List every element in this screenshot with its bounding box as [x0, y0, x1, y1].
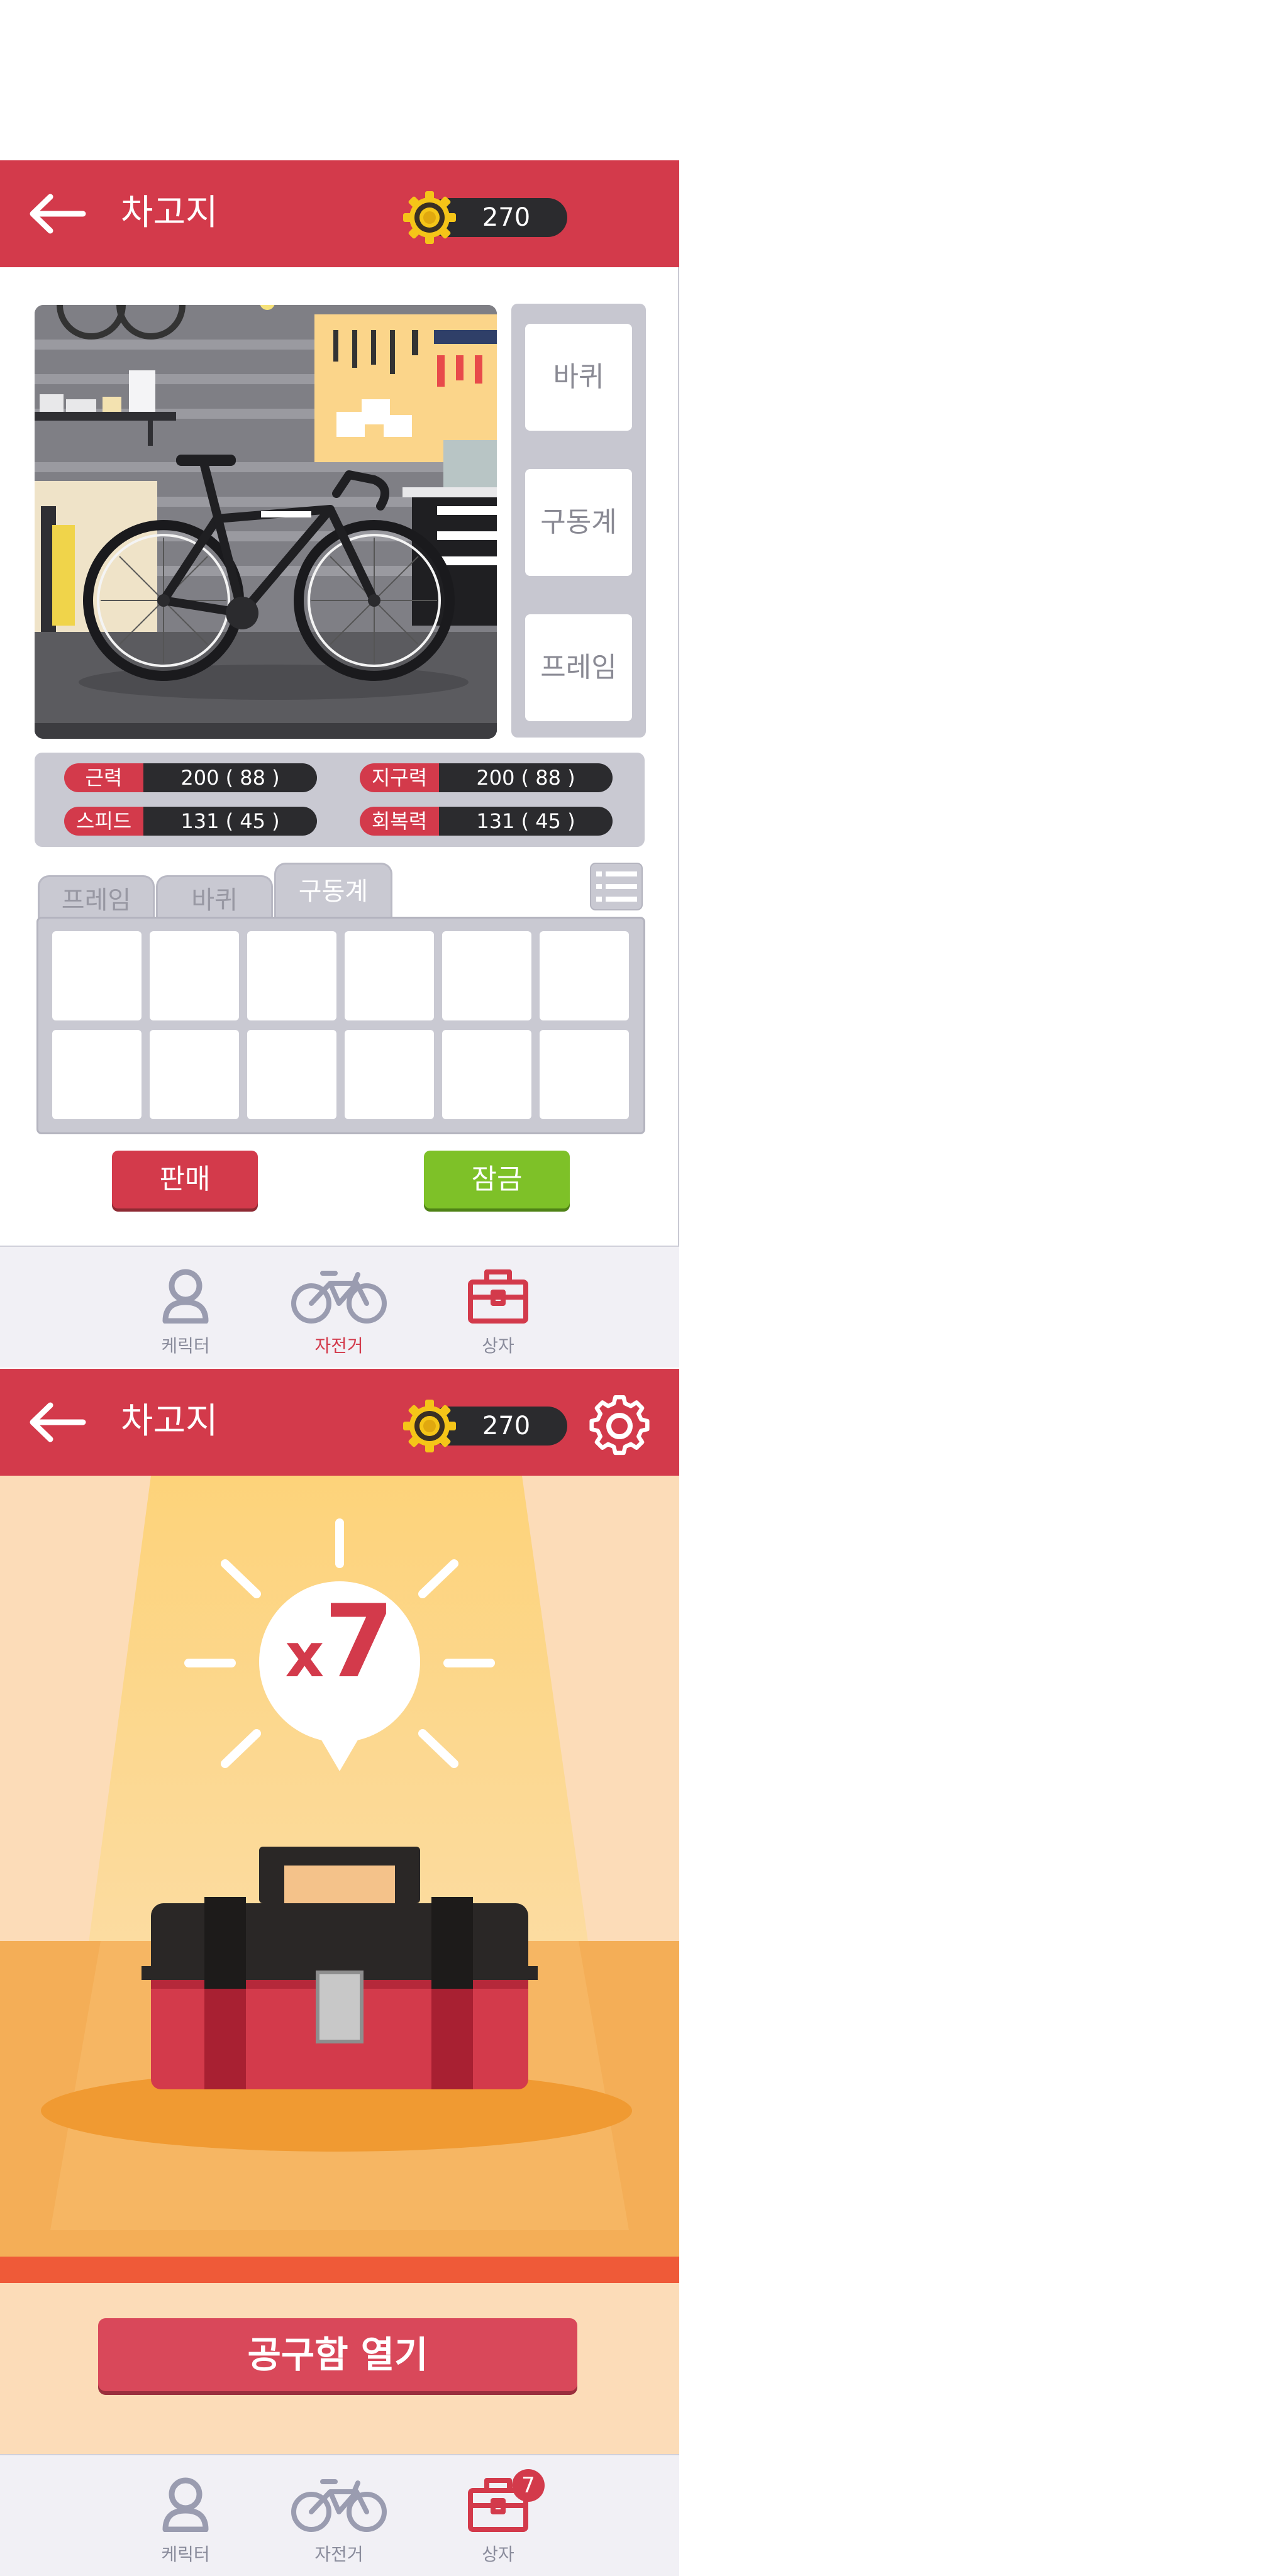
stat-strength: 근력 200 ( 88 ) — [64, 763, 317, 792]
page-title: 차고지 — [121, 192, 218, 233]
stats-panel: 근력 200 ( 88 ) 지구력 200 ( 88 ) 스피드 131 ( 4… — [35, 753, 645, 847]
arrow-left-icon[interactable] — [25, 1400, 88, 1444]
nav-label: 자전거 — [314, 2544, 364, 2565]
nav-bicycle[interactable]: 자전거 — [282, 2473, 396, 2567]
nav-label: 케릭터 — [161, 2544, 210, 2565]
stat-value: 131 ( 45 ) — [439, 807, 613, 836]
multiplier-prefix: x — [285, 1620, 325, 1691]
divider-stripe — [0, 2258, 679, 2283]
nav-bicycle[interactable]: 자전거 — [282, 1264, 396, 1359]
stat-endurance: 지구력 200 ( 88 ) — [360, 763, 613, 792]
stat-label: 스피드 — [64, 807, 143, 836]
multiplier-value: 7 — [324, 1583, 394, 1700]
inventory-slot[interactable] — [52, 931, 142, 1020]
inventory-slot[interactable] — [540, 1030, 629, 1119]
nav-box[interactable]: 상자 — [441, 1264, 555, 1359]
currency-display: 270 — [402, 1399, 567, 1452]
tab-frame[interactable]: 프레임 — [38, 875, 155, 921]
bottom-nav: 케릭터 자전거 7 상자 — [0, 2454, 679, 2576]
stat-label: 지구력 — [360, 763, 439, 792]
open-toolbox-button[interactable]: 공구함 열기 — [98, 2318, 577, 2391]
gear-coin-icon — [403, 191, 456, 244]
currency-value: 270 — [482, 1412, 531, 1440]
currency-value: 270 — [482, 203, 531, 232]
inventory-slot[interactable] — [247, 931, 336, 1020]
sell-button[interactable]: 판매 — [112, 1151, 258, 1208]
settings-gear-icon[interactable] — [585, 1391, 654, 1461]
garage-header: 차고지 270 — [0, 160, 679, 267]
list-view-icon[interactable] — [590, 863, 643, 910]
character-icon — [162, 1269, 209, 1324]
inventory-grid — [36, 917, 645, 1134]
stat-value: 200 ( 88 ) — [143, 763, 317, 792]
tab-drivetrain[interactable]: 구동계 — [274, 863, 392, 919]
currency-display: 270 — [402, 191, 567, 244]
stat-value: 131 ( 45 ) — [143, 807, 317, 836]
nav-label: 상자 — [482, 2544, 514, 2565]
stat-label: 근력 — [64, 763, 143, 792]
page-title: 차고지 — [121, 1401, 218, 1442]
inventory-slot[interactable] — [540, 931, 629, 1020]
stat-value: 200 ( 88 ) — [439, 763, 613, 792]
bicycle-preview-illustration — [35, 305, 497, 739]
inventory-slot[interactable] — [247, 1030, 336, 1119]
toolbox-header: 차고지 270 — [0, 1369, 679, 1476]
nav-label: 상자 — [482, 1335, 514, 1356]
character-icon — [162, 2477, 209, 2533]
toolbox-icon — [468, 1269, 528, 1324]
slot-frame-button[interactable]: 프레임 — [525, 614, 632, 721]
part-slot-column: 바퀴 구동계 프레임 — [511, 304, 646, 738]
stat-recovery: 회복력 131 ( 45 ) — [360, 807, 613, 836]
stat-label: 회복력 — [360, 807, 439, 836]
inventory-slot[interactable] — [442, 1030, 531, 1119]
lock-button[interactable]: 잠금 — [424, 1151, 570, 1208]
nav-label: 케릭터 — [161, 1335, 210, 1356]
inventory-slot[interactable] — [150, 1030, 239, 1119]
tab-wheel[interactable]: 바퀴 — [156, 875, 273, 921]
nav-box[interactable]: 7 상자 — [441, 2469, 555, 2567]
stat-speed: 스피드 131 ( 45 ) — [64, 807, 317, 836]
gear-coin-icon — [403, 1400, 456, 1452]
multiplier-badge: x7 — [259, 1583, 420, 1702]
bicycle-icon — [291, 1271, 387, 1324]
inventory-slot[interactable] — [345, 1030, 434, 1119]
garage-scene — [35, 305, 497, 739]
inventory-slot[interactable] — [345, 931, 434, 1020]
inventory-slot[interactable] — [52, 1030, 142, 1119]
bottom-nav: 케릭터 자전거 상자 — [0, 1246, 679, 1368]
bicycle-icon — [291, 2479, 387, 2532]
inventory-slot[interactable] — [150, 931, 239, 1020]
nav-character[interactable]: 케릭터 — [129, 1264, 242, 1359]
nav-character[interactable]: 케릭터 — [129, 2473, 242, 2567]
arrow-left-icon[interactable] — [25, 192, 88, 236]
box-count-badge: 7 — [512, 2469, 545, 2502]
nav-label: 자전거 — [314, 1335, 364, 1356]
toolbox-stage: x7 — [0, 1476, 679, 2258]
inventory-slot[interactable] — [442, 931, 531, 1020]
slot-wheel-button[interactable]: 바퀴 — [525, 324, 632, 431]
slot-drivetrain-button[interactable]: 구동계 — [525, 469, 632, 576]
